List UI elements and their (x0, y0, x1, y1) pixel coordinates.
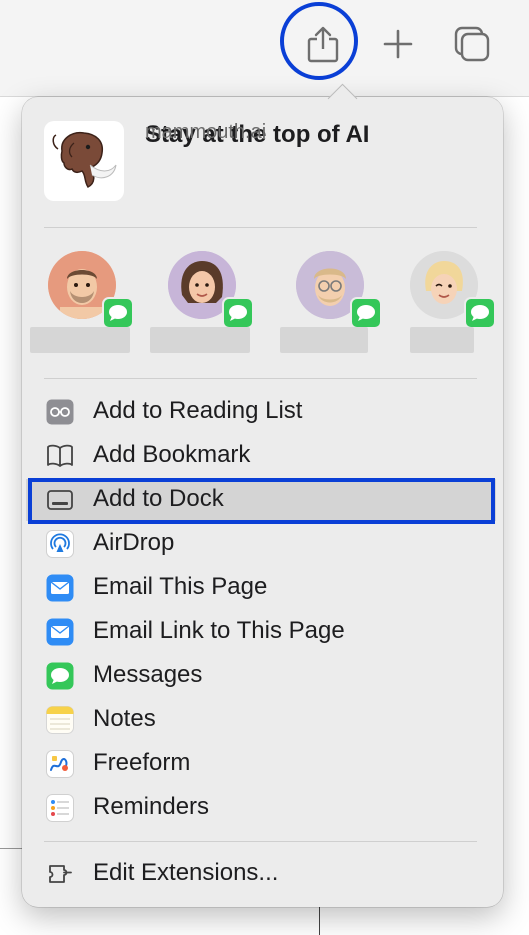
menu-item-label: Add Bookmark (93, 441, 251, 468)
page-url: mammouth.ai (145, 121, 267, 143)
contact-name-placeholder (150, 327, 250, 353)
menu-item-airdrop[interactable]: AirDrop (26, 523, 496, 565)
messages-badge (222, 297, 254, 329)
messages-icon (109, 305, 127, 321)
contact-suggestion[interactable] (150, 249, 254, 359)
extensions-icon (46, 860, 74, 888)
messages-icon (229, 305, 247, 321)
share-button-highlight (280, 2, 358, 80)
mail-icon (46, 618, 74, 646)
freeform-icon (46, 750, 74, 778)
notes-icon (46, 706, 74, 734)
shared-page-card: Stay at the top of AI mammouth.ai (44, 121, 474, 203)
menu-item-label: Notes (93, 705, 156, 732)
book-icon (46, 442, 74, 470)
menu-item-label: Edit Extensions... (93, 859, 279, 886)
add-to-dock-highlight (28, 478, 495, 524)
reminders-icon (46, 794, 74, 822)
menu-item-label: Add to Reading List (93, 397, 303, 424)
messages-icon (357, 305, 375, 321)
menu-item-messages[interactable]: Messages (26, 655, 496, 697)
menu-item-label: Email Link to This Page (93, 617, 345, 644)
menu-item-add-to-reading-list[interactable]: Add to Reading List (26, 391, 496, 433)
menu-item-email-link[interactable]: Email Link to This Page (26, 611, 496, 653)
messages-icon (46, 662, 74, 690)
menu-item-reminders[interactable]: Reminders (26, 787, 496, 829)
page-divider (0, 848, 22, 849)
contact-name-placeholder (410, 327, 474, 353)
plus-icon (383, 29, 413, 59)
mail-icon (46, 574, 74, 602)
new-tab-button[interactable] (378, 24, 418, 64)
tab-overview-icon (454, 26, 490, 62)
contact-suggestion[interactable] (392, 249, 496, 359)
site-thumbnail (44, 121, 124, 201)
reading-list-icon (46, 398, 74, 426)
messages-badge (464, 297, 496, 329)
mammoth-logo (52, 131, 117, 188)
airdrop-icon (46, 530, 74, 558)
menu-item-label: Freeform (93, 749, 191, 776)
menu-item-notes[interactable]: Notes (26, 699, 496, 741)
browser-toolbar (0, 0, 529, 97)
menu-item-label: Messages (93, 661, 203, 688)
tab-overview-button[interactable] (450, 22, 494, 66)
separator (44, 227, 477, 228)
messages-badge (350, 297, 382, 329)
menu-item-label: AirDrop (93, 529, 175, 556)
contact-name-placeholder (280, 327, 368, 353)
contact-name-placeholder (30, 327, 130, 353)
messages-icon (471, 305, 489, 321)
separator (44, 378, 477, 379)
contact-suggestion[interactable] (30, 249, 134, 359)
menu-item-label: Reminders (93, 793, 210, 820)
menu-item-label: Email This Page (93, 573, 268, 600)
separator (44, 841, 477, 842)
menu-item-freeform[interactable]: Freeform (26, 743, 496, 785)
menu-item-add-bookmark[interactable]: Add Bookmark (26, 435, 496, 477)
menu-item-email-this-page[interactable]: Email This Page (26, 567, 496, 609)
menu-item-edit-extensions[interactable]: Edit Extensions... (26, 853, 496, 895)
messages-badge (102, 297, 134, 329)
contact-suggestion[interactable] (278, 249, 382, 359)
